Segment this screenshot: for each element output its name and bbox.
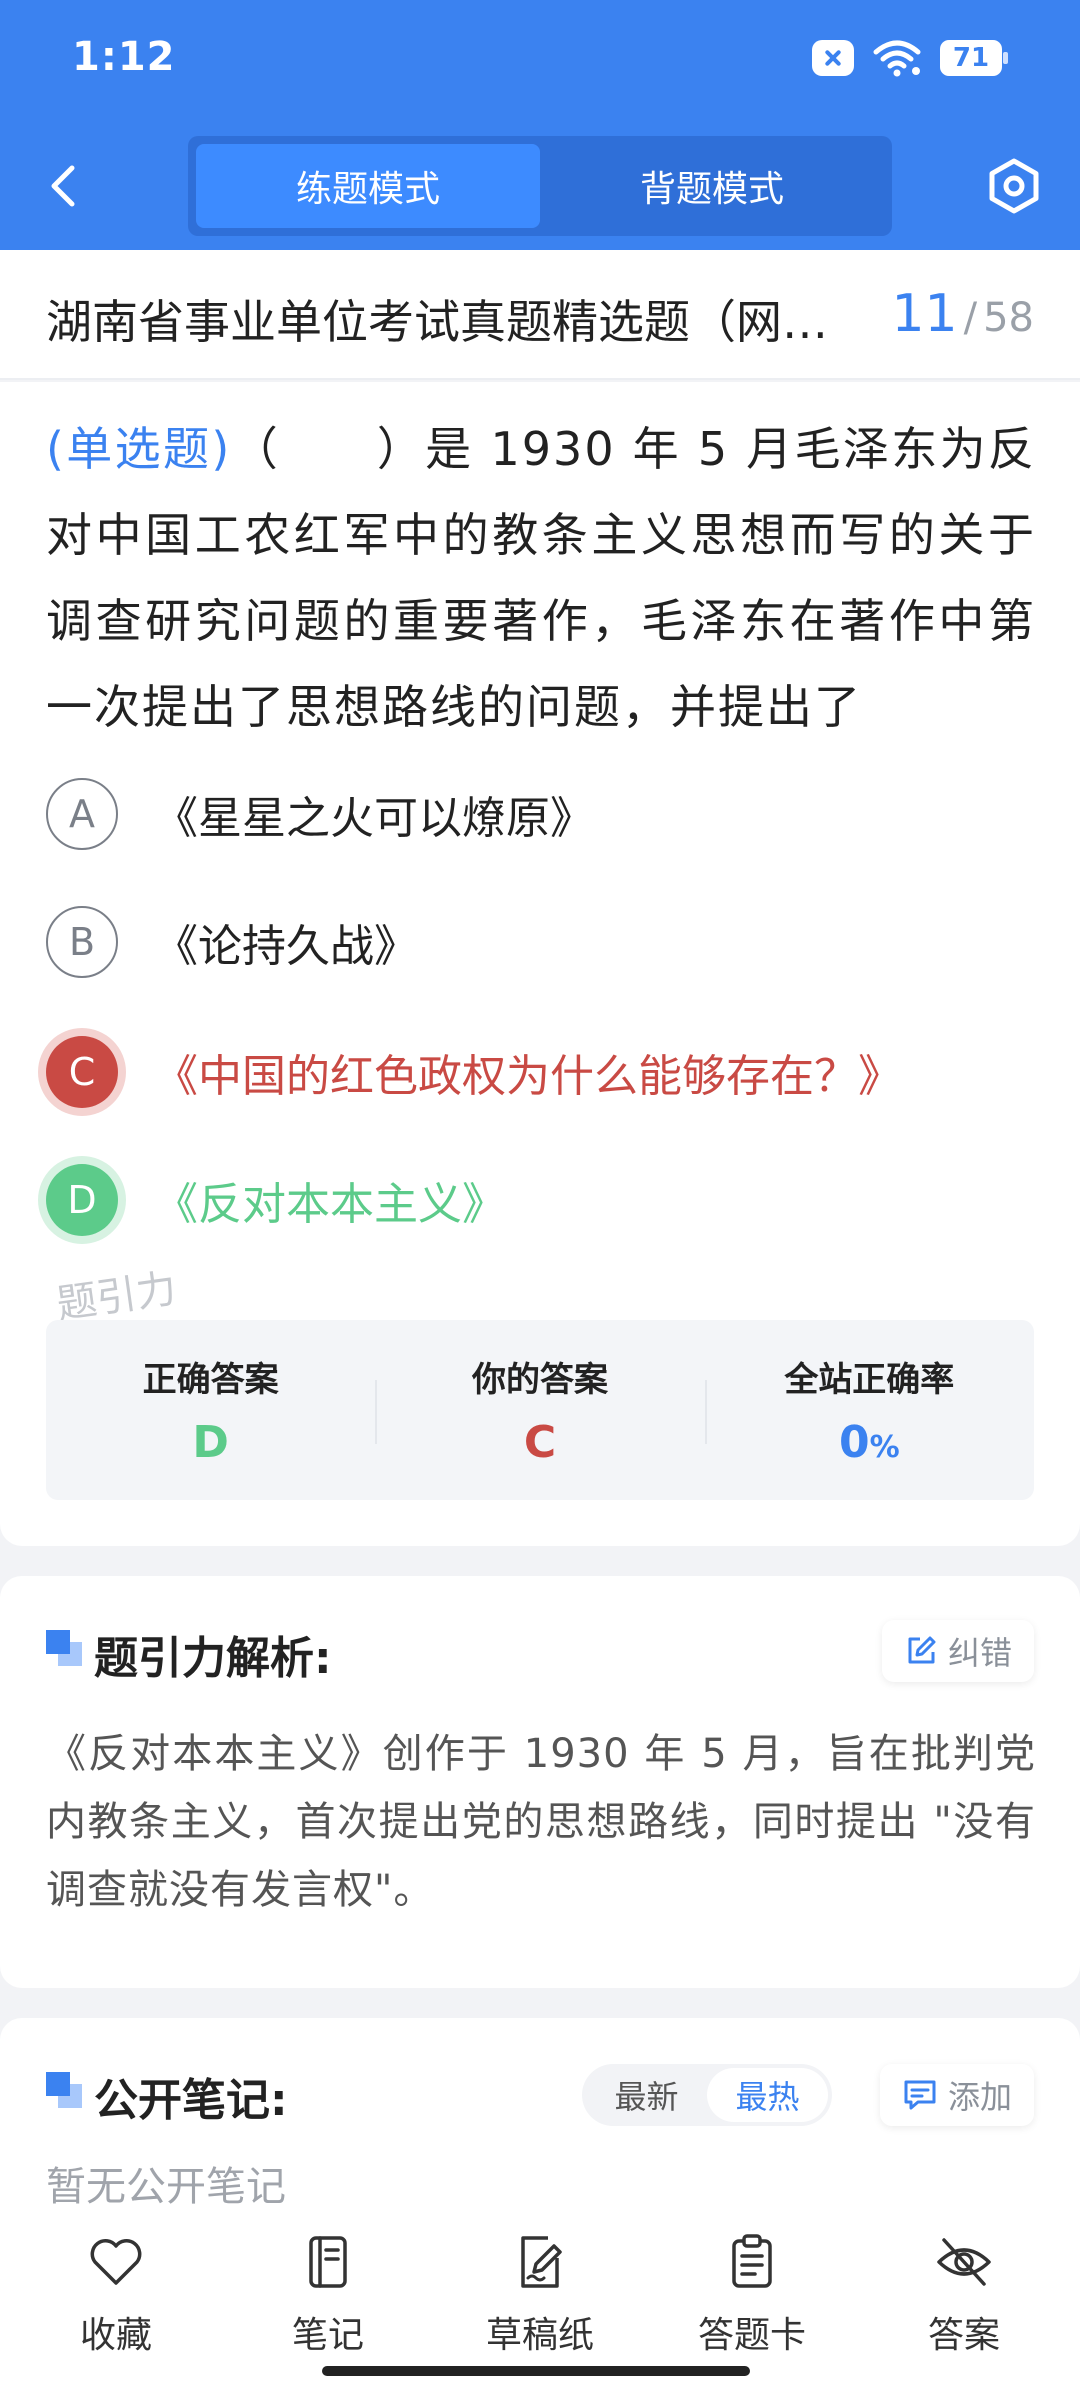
your-answer-value: C [523,1417,557,1468]
question-card: (单选题)（ ）是 1930 年 5 月毛泽东为反对中国工农红军中的教条主义思想… [0,382,1080,1546]
answer-sheet-icon [732,2234,772,2288]
option-text: 《反对本本主义》 [154,1179,506,1230]
show-answer-button[interactable]: 答案 [858,2204,1070,2400]
nav-bar: 练题模式 背题模式 [0,130,1080,240]
home-indicator[interactable] [322,2366,750,2376]
section-square-icon [46,1630,82,1666]
report-error-label: 纠错 [947,1634,1012,1672]
draft-paper-icon [521,2236,562,2288]
analysis-text: 《反对本本主义》创作于 1930 年 5 月，旨在批判党内教条主义，首次提出党的… [46,1731,1036,1913]
option-a[interactable]: A 《星星之火可以燎原》 [46,766,1036,862]
app-header: 1:12 71 练题模式 背题模式 [0,0,1080,250]
total-question-count: 58 [983,295,1034,341]
notes-sort-toggle: 最新 最热 [582,2064,832,2126]
status-time: 1:12 [72,34,176,80]
favorite-label: 收藏 [79,2315,152,2356]
accuracy-label: 全站正确率 [784,1360,955,1400]
option-b[interactable]: B 《论持久战》 [46,894,1036,990]
add-note-button[interactable]: 添加 [879,2064,1034,2126]
option-letter: C [46,1036,118,1108]
notes-label: 笔记 [291,2315,364,2356]
favorite-button[interactable]: 收藏 [10,2204,222,2400]
report-error-button[interactable]: 纠错 [881,1620,1034,1682]
mode-toggle: 练题模式 背题模式 [188,136,892,236]
status-bar: 1:12 71 [0,0,1080,120]
question-type-label: (单选题) [46,422,232,476]
accuracy-unit: % [869,1430,900,1465]
option-text: 《论持久战》 [154,921,418,972]
accuracy-value: 0% [839,1417,900,1468]
heart-icon [90,2239,142,2285]
eye-off-icon [937,2238,991,2286]
add-note-label: 添加 [947,2078,1012,2116]
your-answer-label: 你的答案 [471,1360,608,1400]
tab-practice-mode[interactable]: 练题模式 [196,144,540,228]
exam-title-row: 湖南省事业单位考试真题精选题（网… 11 / 58 [0,250,1080,380]
question-progress[interactable]: 11 / 58 [891,284,1034,344]
draft-paper-label: 草稿纸 [485,2315,594,2356]
sort-newest-tab[interactable]: 最新 [586,2068,707,2122]
notes-title: 公开笔记: [94,2075,288,2126]
option-c[interactable]: C 《中国的红色政权为什么能够存在？》 [46,1024,1036,1120]
option-letter: D [46,1164,118,1236]
option-text: 《中国的红色政权为什么能够存在？》 [154,1051,902,1102]
edit-icon [908,1636,936,1664]
option-d[interactable]: D 《反对本本主义》 [46,1152,1036,1248]
battery-indicator: 71 [940,40,1008,76]
notebook-icon [309,2236,347,2288]
question-stem: (单选题)（ ）是 1930 年 5 月毛泽东为反对中国工农红军中的教条主义思想… [46,406,1036,750]
show-answer-label: 答案 [927,2315,1000,2356]
your-answer-col: 你的答案 C [375,1320,704,1500]
watermark: 题引力 [53,1265,180,1329]
answer-sheet-label: 答题卡 [697,2315,806,2356]
close-badge-icon [812,40,854,76]
correct-answer-label: 正确答案 [142,1360,279,1400]
analysis-card: 题引力解析: 纠错 《反对本本主义》创作于 1930 年 5 月，旨在批判党内教… [0,1576,1080,1988]
correct-answer-value: D [192,1417,229,1468]
exam-title: 湖南省事业单位考试真题精选题（网… [46,295,828,349]
back-icon[interactable] [40,160,92,212]
accuracy-col: 全站正确率 0% [704,1320,1034,1500]
comment-icon [904,2080,936,2110]
current-question-number: 11 [891,284,958,344]
option-letter: A [46,778,118,850]
status-icons: 71 [812,36,1008,80]
accuracy-number: 0 [838,1417,870,1468]
wifi-icon [873,40,921,77]
progress-separator: / [963,295,978,341]
sort-hottest-tab[interactable]: 最热 [707,2068,828,2122]
correct-answer-col: 正确答案 D [46,1320,375,1500]
option-letter: B [46,906,118,978]
section-square-icon [46,2072,82,2108]
tab-memorize-mode[interactable]: 背题模式 [540,144,884,228]
settings-icon[interactable] [984,156,1044,216]
answer-result-box: 正确答案 D 你的答案 C 全站正确率 0% [46,1320,1034,1500]
option-text: 《星星之火可以燎原》 [154,793,594,844]
analysis-title: 题引力解析: [94,1633,332,1684]
